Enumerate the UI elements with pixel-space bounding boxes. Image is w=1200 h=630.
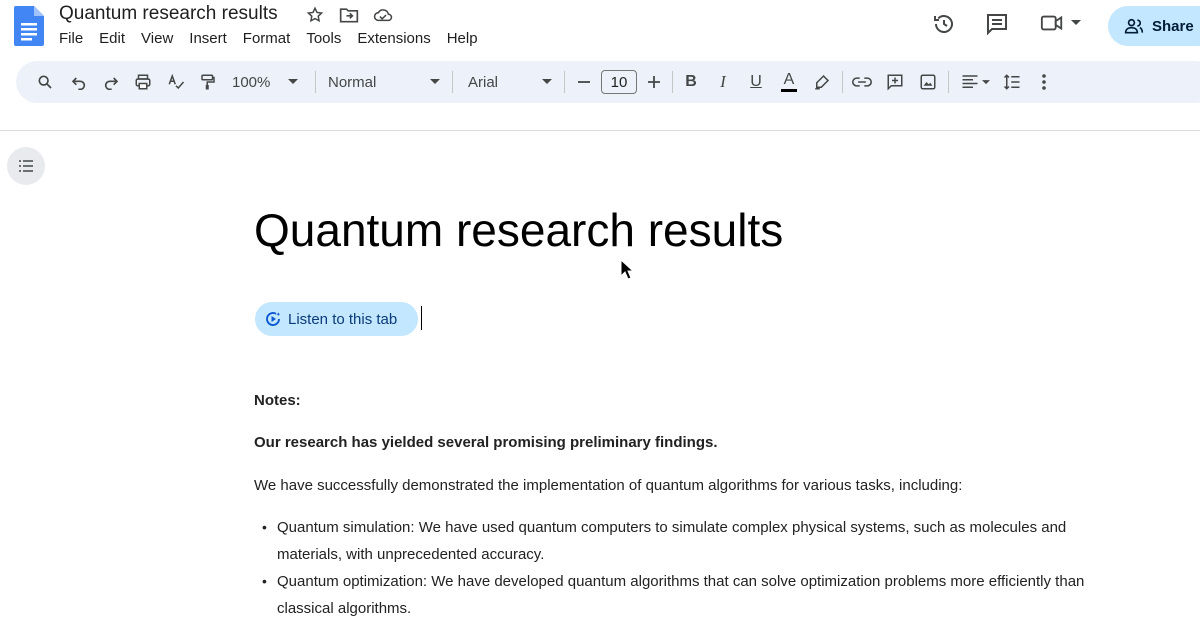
chevron-down-icon: [542, 79, 552, 84]
ruler-divider: [0, 130, 1200, 131]
print-icon: [135, 74, 151, 90]
cloud-icon[interactable]: [373, 5, 393, 25]
listen-to-tab-chip[interactable]: Listen to this tab: [255, 302, 418, 336]
docs-logo-icon[interactable]: [14, 6, 44, 46]
list-item: Quantum simulation: We have used quantum…: [277, 519, 1067, 536]
history-icon[interactable]: [932, 12, 956, 36]
toolbar-divider: [315, 71, 316, 93]
share-button[interactable]: Share: [1108, 6, 1200, 46]
redo-icon: [104, 77, 119, 90]
top-bar: Quantum research results File Edit View …: [0, 0, 1200, 58]
more-icon: [1042, 74, 1046, 90]
bullet-marker: •: [262, 573, 267, 589]
undo-icon: [71, 77, 86, 90]
intro-paragraph: Our research has yielded several promisi…: [254, 434, 718, 451]
italic-button[interactable]: I: [713, 61, 733, 103]
mouse-cursor-icon: [620, 259, 634, 280]
underline-button[interactable]: U: [746, 61, 766, 103]
people-icon: [1124, 18, 1144, 34]
move-folder-icon[interactable]: [339, 5, 359, 25]
star-icon[interactable]: [305, 5, 325, 25]
align-icon: [962, 75, 977, 88]
toolbar-divider: [452, 71, 453, 93]
chevron-down-icon: [430, 79, 440, 84]
search-icon: [38, 75, 52, 89]
toolbar-divider: [948, 71, 949, 93]
align-button[interactable]: [956, 61, 994, 103]
list-item: Quantum optimization: We have developed …: [277, 573, 1085, 590]
listen-label: Listen to this tab: [288, 310, 398, 328]
font-value: Arial: [468, 73, 499, 91]
toolbar-divider: [672, 71, 673, 93]
highlight-button[interactable]: [812, 61, 832, 103]
redo-button[interactable]: [100, 61, 122, 103]
spellcheck-button[interactable]: [165, 61, 187, 103]
list-item-continuation: classical algorithms.: [277, 600, 412, 617]
paragraph-style-value: Normal: [328, 73, 377, 91]
font-size-input[interactable]: 10: [601, 70, 637, 94]
menu-bar: File Edit View Insert Format Tools Exten…: [59, 30, 494, 47]
comment-icon[interactable]: [985, 12, 1009, 36]
bullet-marker: •: [262, 519, 267, 535]
undo-button[interactable]: [68, 61, 90, 103]
bold-button[interactable]: B: [681, 61, 701, 103]
menu-help[interactable]: Help: [447, 30, 478, 47]
line-spacing-icon: [1003, 74, 1020, 90]
meet-button[interactable]: [1040, 12, 1082, 34]
chevron-down-icon: [981, 79, 990, 84]
line-spacing-button[interactable]: [1001, 61, 1023, 103]
title-actions: [305, 5, 393, 25]
paragraph-style-select[interactable]: Normal: [328, 61, 440, 103]
highlighter-icon: [815, 74, 830, 90]
list-item-continuation: materials, with unprecedented accuracy.: [277, 546, 545, 563]
print-button[interactable]: [132, 61, 154, 103]
document-title[interactable]: Quantum research results: [59, 3, 278, 25]
listen-icon: [266, 312, 281, 326]
menu-insert[interactable]: Insert: [189, 30, 227, 47]
outline-icon: [19, 160, 33, 172]
menu-tools[interactable]: Tools: [306, 30, 341, 47]
add-comment-icon: [887, 74, 903, 91]
menu-edit[interactable]: Edit: [99, 30, 125, 47]
spellcheck-icon: [168, 73, 185, 90]
font-select[interactable]: Arial: [468, 61, 552, 103]
insert-link-button[interactable]: [851, 61, 873, 103]
increase-font-size-button[interactable]: [646, 61, 662, 103]
toolbar-divider: [842, 71, 843, 93]
chevron-down-icon: [1071, 20, 1081, 25]
text-color-button[interactable]: A: [779, 61, 799, 103]
menu-extensions[interactable]: Extensions: [357, 30, 430, 47]
search-menus-button[interactable]: [34, 61, 56, 103]
decrease-font-size-button[interactable]: [576, 61, 592, 103]
text-color-swatch: [781, 89, 797, 92]
formatting-toolbar: 100% Normal Arial 10 B I U A: [16, 61, 1200, 103]
body-paragraph: We have successfully demonstrated the im…: [254, 477, 963, 494]
more-options-button[interactable]: [1033, 61, 1055, 103]
link-icon: [852, 77, 872, 87]
notes-label: Notes:: [254, 392, 301, 409]
minus-icon: [578, 81, 590, 83]
insert-image-button[interactable]: [917, 61, 939, 103]
menu-format[interactable]: Format: [243, 30, 291, 47]
text-caret: [421, 306, 422, 330]
toolbar-divider: [564, 71, 565, 93]
chevron-down-icon: [288, 79, 299, 84]
share-label: Share: [1152, 17, 1194, 35]
menu-file[interactable]: File: [59, 30, 83, 47]
image-icon: [920, 74, 936, 90]
zoom-select[interactable]: 100%: [232, 61, 304, 103]
paint-format-icon: [201, 74, 215, 90]
text-color-label: A: [783, 71, 795, 88]
plus-icon: [648, 76, 660, 88]
video-call-icon: [1040, 15, 1063, 31]
document-outline-button[interactable]: [7, 147, 45, 185]
zoom-value: 100%: [232, 73, 271, 91]
add-comment-button[interactable]: [884, 61, 906, 103]
menu-view[interactable]: View: [141, 30, 173, 47]
document-heading: Quantum research results: [254, 204, 784, 256]
paint-format-button[interactable]: [197, 61, 219, 103]
